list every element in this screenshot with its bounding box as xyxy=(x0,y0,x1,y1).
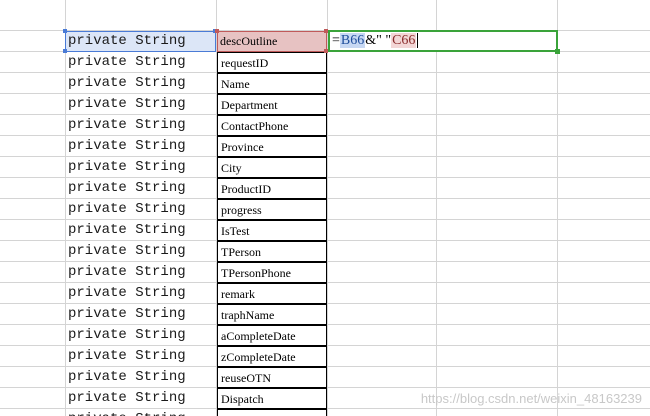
cell-b[interactable]: private String xyxy=(66,73,216,93)
cell-c[interactable]: traphName xyxy=(217,304,327,325)
cell-c[interactable]: ContactPhone xyxy=(217,115,327,136)
cell-b[interactable]: private String xyxy=(66,199,216,219)
column-gridline xyxy=(557,0,558,416)
cell-b[interactable]: private String xyxy=(66,325,216,345)
selection-handle[interactable] xyxy=(63,29,67,33)
formula-reference-c66: C66 xyxy=(391,33,417,48)
cell-c[interactable]: requestID xyxy=(217,52,327,73)
cell-b[interactable]: private String xyxy=(66,283,216,303)
cell-c[interactable]: dispatchContent xyxy=(217,409,327,416)
cell-c[interactable]: City xyxy=(217,157,327,178)
column-gridline xyxy=(327,0,328,416)
text-cursor xyxy=(417,33,419,49)
cell-b[interactable]: private String xyxy=(66,304,216,324)
cell-b[interactable]: private String xyxy=(66,262,216,282)
cell-b[interactable]: private String xyxy=(66,241,216,261)
cell-b[interactable]: private String xyxy=(66,220,216,240)
active-cell-formula-editor[interactable]: =B66&" "C66 xyxy=(328,30,558,52)
cell-c[interactable]: descOutline xyxy=(217,31,327,52)
cell-c[interactable]: Name xyxy=(217,73,327,94)
cell-c[interactable]: IsTest xyxy=(217,220,327,241)
cell-b[interactable]: private String xyxy=(66,346,216,366)
cell-b[interactable]: private String xyxy=(66,94,216,114)
cell-c[interactable]: aCompleteDate xyxy=(217,325,327,346)
watermark-text: https://blog.csdn.net/weixin_48163239 xyxy=(420,391,642,406)
cell-b[interactable]: private String xyxy=(66,367,216,387)
cell-c[interactable]: TPersonPhone xyxy=(217,262,327,283)
formula-reference-b66: B66 xyxy=(339,33,366,48)
column-gridline xyxy=(436,0,437,416)
cell-c[interactable]: Province xyxy=(217,136,327,157)
cell-c[interactable]: reuseOTN xyxy=(217,367,327,388)
cell-b[interactable]: private String xyxy=(66,31,216,51)
cell-b[interactable]: private String xyxy=(66,157,216,177)
cell-b[interactable]: private String xyxy=(66,115,216,135)
formula-equals: = xyxy=(332,33,340,48)
cell-b[interactable]: private String xyxy=(66,178,216,198)
cell-c[interactable]: Department xyxy=(217,94,327,115)
cell-b[interactable]: private String xyxy=(66,409,216,416)
cell-c[interactable]: zCompleteDate xyxy=(217,346,327,367)
cell-b[interactable]: private String xyxy=(66,52,216,72)
cell-c[interactable]: Dispatch xyxy=(217,388,327,409)
cell-c[interactable]: TPerson xyxy=(217,241,327,262)
cell-b[interactable]: private String xyxy=(66,388,216,408)
selection-handle[interactable] xyxy=(215,29,219,33)
spreadsheet-grid[interactable]: private String descOutline private String r… xyxy=(0,0,650,416)
selection-handle[interactable] xyxy=(63,49,67,53)
fill-handle[interactable] xyxy=(555,49,560,54)
cell-c[interactable]: ProductID xyxy=(217,178,327,199)
cell-c[interactable]: remark xyxy=(217,283,327,304)
cell-b[interactable]: private String xyxy=(66,136,216,156)
cell-c[interactable]: progress xyxy=(217,199,327,220)
formula-operator: &" " xyxy=(365,33,392,48)
